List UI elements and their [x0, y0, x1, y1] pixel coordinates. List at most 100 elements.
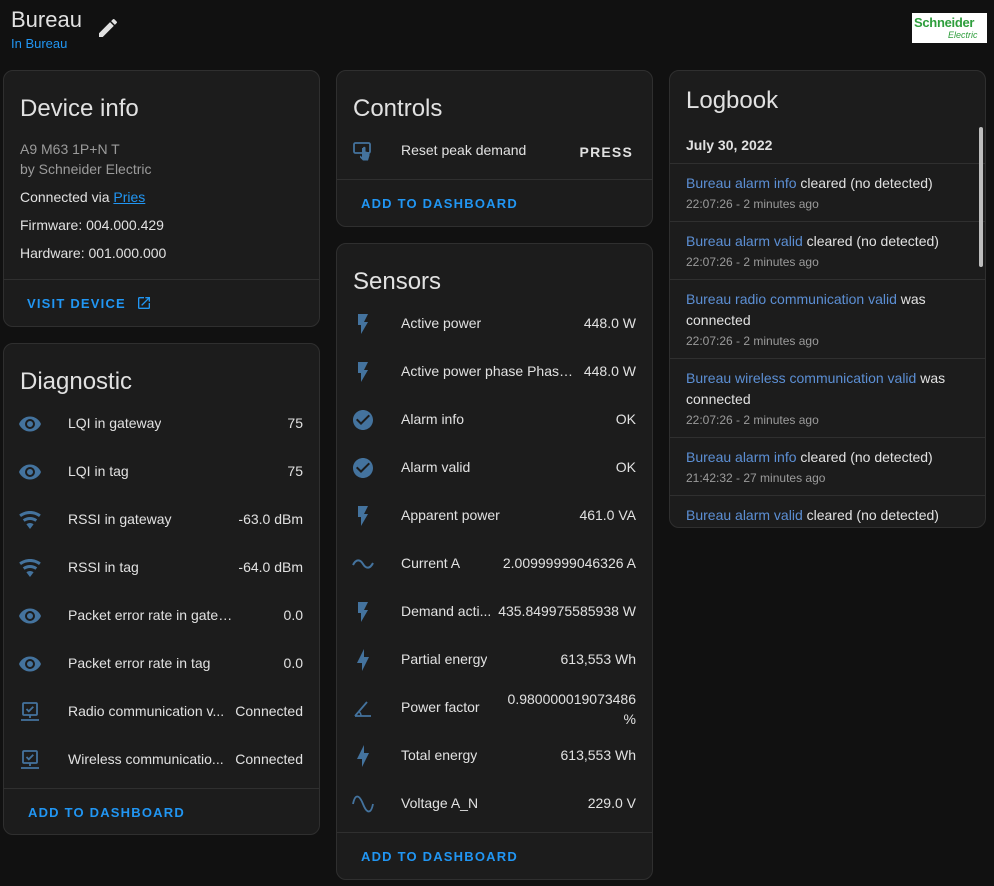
diagnostic-value: 0.0 — [283, 607, 303, 623]
sensor-row[interactable]: Active power 448.0 W — [337, 300, 652, 348]
sensor-row[interactable]: Active power phase Phase... 448.0 W — [337, 348, 652, 396]
area-link[interactable]: In Bureau — [11, 36, 67, 51]
sensor-row[interactable]: Power factor 0.980000019073486% — [337, 684, 652, 732]
wifi-icon — [18, 508, 42, 532]
press-button[interactable]: PRESS — [580, 144, 633, 160]
sensors-add-to-dashboard-button[interactable]: ADD TO DASHBOARD — [361, 849, 518, 864]
logbook-event-text: cleared (no detected) — [796, 449, 933, 465]
sensor-row[interactable]: Current A 2.00999999046326 A — [337, 540, 652, 588]
logbook-event-text: cleared (no detected) — [802, 507, 939, 523]
gesture-tap-icon — [351, 139, 375, 163]
logbook-event-text: cleared (no detected) — [802, 233, 939, 249]
logbook-title: Logbook — [686, 87, 779, 114]
sensor-row[interactable]: Alarm valid OK — [337, 444, 652, 492]
controls-add-to-dashboard-button[interactable]: ADD TO DASHBOARD — [361, 196, 518, 211]
logbook-entry: Bureau radio communication valid was con… — [670, 279, 985, 358]
logbook-entry: Bureau alarm info cleared (no detected) 2… — [670, 437, 985, 495]
logbook-message: Bureau alarm info cleared (no detected) — [686, 447, 954, 468]
logbook-entity-link[interactable]: Bureau alarm valid — [686, 233, 803, 249]
firmware-version: Firmware: 004.000.429 — [20, 217, 164, 233]
connected-via: Connected via Pries — [20, 189, 145, 205]
diagnostic-row[interactable]: LQI in tag 75 — [4, 448, 319, 496]
check-circle-icon — [351, 408, 375, 432]
diagnostic-row[interactable]: RSSI in tag -64.0 dBm — [4, 544, 319, 592]
sensor-row[interactable]: Apparent power 461.0 VA — [337, 492, 652, 540]
logbook-entity-link[interactable]: Bureau alarm valid — [686, 507, 803, 523]
logbook-scrollbar[interactable] — [979, 127, 983, 267]
diagnostic-row[interactable]: Packet error rate in gateway 0.0 — [4, 592, 319, 640]
diagnostic-add-to-dashboard-button[interactable]: ADD TO DASHBOARD — [28, 805, 185, 820]
controls-title: Controls — [353, 95, 443, 122]
logbook-entity-link[interactable]: Bureau alarm info — [686, 449, 797, 465]
device-model: A9 M63 1P+N T — [20, 141, 120, 157]
sensor-value: 448.0 W — [583, 315, 636, 331]
page-title: Bureau — [11, 7, 82, 32]
eye-icon — [18, 460, 42, 484]
sensor-value: 613,553 Wh — [560, 651, 637, 667]
diagnostic-value: -63.0 dBm — [238, 511, 303, 527]
logbook-message: Bureau radio communication valid was con… — [686, 289, 954, 331]
connected-via-link[interactable]: Pries — [113, 189, 145, 205]
diagnostic-value: 75 — [287, 463, 303, 479]
sensor-value: OK — [615, 411, 636, 427]
device-info-card: Device info A9 M63 1P+N T by Schneider E… — [3, 70, 320, 327]
logbook-entity-link[interactable]: Bureau wireless communication valid — [686, 370, 916, 386]
current-ac-icon — [351, 552, 375, 576]
diagnostic-row[interactable]: RSSI in gateway -63.0 dBm — [4, 496, 319, 544]
diagnostic-row[interactable]: LQI in gateway 75 — [4, 400, 319, 448]
eye-icon — [18, 652, 42, 676]
sensor-label: Active power — [401, 315, 482, 331]
logo-line2: Electric — [948, 30, 978, 40]
diagnostic-value: 0.0 — [283, 655, 303, 671]
diagnostic-label: Packet error rate in tag — [68, 655, 211, 671]
sensor-row[interactable]: Voltage A_N 229.0 V — [337, 780, 652, 828]
page-header: Bureau In Bureau Schneider Electric — [0, 0, 994, 66]
logbook-message: Bureau alarm valid cleared (no detected) — [686, 505, 954, 526]
sensor-row[interactable]: Total energy 613,553 Wh — [337, 732, 652, 780]
diagnostic-title: Diagnostic — [20, 368, 133, 395]
flash-icon — [351, 504, 375, 528]
diagnostic-card: Diagnostic LQI in gateway 75 LQI in tag 75 R… — [3, 343, 320, 835]
sensor-label: Voltage A_N — [401, 795, 479, 811]
logbook-event-text: cleared (no detected) — [796, 175, 933, 191]
device-manufacturer: by Schneider Electric — [20, 161, 152, 177]
sensor-label: Alarm info — [401, 411, 465, 427]
diagnostic-row[interactable]: Packet error rate in tag 0.0 — [4, 640, 319, 688]
open-in-new-icon — [137, 297, 150, 309]
sensor-label: Demand acti... — [401, 603, 492, 619]
logbook-timestamp: 22:07:26 - 2 minutes ago — [686, 334, 819, 348]
logbook-timestamp: 22:07:26 - 2 minutes ago — [686, 413, 819, 427]
controls-divider — [337, 179, 652, 180]
sensor-value: 461.0 VA — [579, 507, 636, 523]
logbook-entity-link[interactable]: Bureau radio communication valid — [686, 291, 897, 307]
diagnostic-row[interactable]: Wireless communicatio... Connected — [4, 736, 319, 784]
edit-button[interactable] — [96, 16, 120, 40]
sensor-value: 0.980000019073486% — [508, 689, 636, 729]
logbook-message: Bureau alarm valid cleared (no detected) — [686, 231, 954, 252]
sensor-value: 435.849975585938 W — [498, 603, 636, 619]
sensor-value: 448.0 W — [583, 363, 636, 379]
logbook-timestamp: 21:42:32 - 27 minutes ago — [686, 471, 826, 485]
diagnostic-value: Connected — [235, 703, 303, 719]
sensor-row[interactable]: Partial energy 613,553 Wh — [337, 636, 652, 684]
sensors-card: Sensors Active power 448.0 W Active power … — [336, 243, 653, 880]
logbook-card: Logbook July 30, 2022 Bureau alarm info … — [669, 70, 986, 528]
visit-device-button[interactable]: VISIT DEVICE — [27, 295, 152, 313]
angle-acute-icon — [351, 696, 375, 720]
diagnostic-label: LQI in gateway — [68, 415, 162, 431]
lightning-bolt-icon — [351, 744, 375, 768]
hardware-version: Hardware: 001.000.000 — [20, 245, 167, 261]
device-info-divider — [4, 279, 319, 280]
sensor-value-unit: % — [623, 711, 636, 727]
logbook-entity-link[interactable]: Bureau alarm info — [686, 175, 797, 191]
logbook-message: Bureau alarm info cleared (no detected) — [686, 173, 954, 194]
sensor-value: 229.0 V — [587, 795, 636, 811]
sensor-row[interactable]: Alarm info OK — [337, 396, 652, 444]
brand-logo: Schneider Electric — [912, 13, 987, 43]
sensor-label: Apparent power — [401, 507, 500, 523]
diagnostic-row[interactable]: Radio communication v... Connected — [4, 688, 319, 736]
network-icon — [18, 700, 42, 724]
eye-icon — [18, 604, 42, 628]
connected-via-label: Connected via — [20, 189, 114, 205]
sensor-row[interactable]: Demand acti... 435.849975585938 W — [337, 588, 652, 636]
